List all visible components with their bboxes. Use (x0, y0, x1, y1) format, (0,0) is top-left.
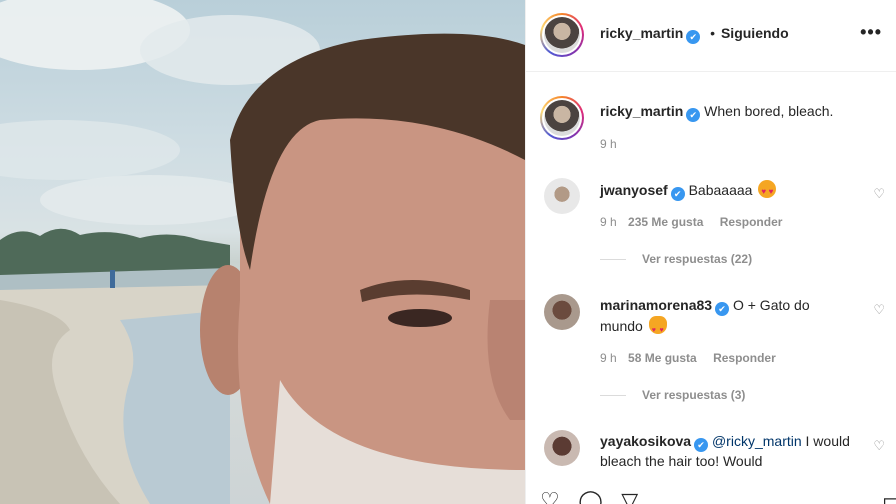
separator-dot: • (710, 25, 716, 41)
username-link[interactable]: marinamorena83 (600, 297, 712, 313)
share-icon[interactable]: ▽ (621, 490, 638, 504)
comment-text: marinamorena83 ✔ O + Gato do mundo (600, 296, 850, 340)
view-replies-label: Ver respuestas (3) (642, 388, 746, 402)
like-heart-icon[interactable]: ♡ (873, 186, 885, 202)
avatar[interactable] (544, 178, 580, 214)
avatar[interactable] (544, 430, 580, 466)
avatar[interactable] (544, 294, 580, 330)
timestamp[interactable]: 9 h (600, 137, 617, 151)
replies-divider (600, 259, 626, 261)
username-link[interactable]: yayakosikova (600, 433, 691, 449)
reply-button[interactable]: Responder (713, 351, 776, 365)
like-heart-icon[interactable]: ♡ (873, 438, 885, 454)
comment-body: Babaaaaa (688, 182, 753, 198)
view-replies-button[interactable]: Ver respuestas (22) (600, 252, 752, 266)
comment-meta: 9 h 235 Me gusta Responder (600, 215, 795, 229)
like-heart-icon[interactable]: ♡ (873, 302, 885, 318)
more-options-icon[interactable]: ••• (860, 22, 882, 43)
view-replies-label: Ver respuestas (22) (642, 252, 753, 266)
comment-time[interactable]: 9 h (600, 215, 617, 229)
replies-divider (600, 395, 626, 397)
comment-meta: 9 h 58 Me gusta Responder (600, 351, 789, 365)
view-replies-button[interactable]: Ver respuestas (3) (600, 388, 745, 402)
selfie-photo (0, 0, 525, 504)
likes-count[interactable]: 58 Me gusta (628, 351, 697, 365)
verified-icon: ✔ (686, 108, 701, 122)
post-header: ricky_martin ✔ • Siguiendo ••• (526, 0, 896, 72)
verified-icon: ✔ (715, 302, 730, 316)
action-bar: ♡ ◯ ▽ ▭ (540, 490, 896, 504)
header-user: ricky_martin ✔ • Siguiendo (600, 25, 789, 44)
following-button[interactable]: Siguiendo (721, 25, 789, 41)
save-icon[interactable]: ▭ (882, 490, 896, 504)
comment-text: jwanyosef ✔ Babaaaaa (600, 180, 850, 201)
username-link[interactable]: ricky_martin (600, 103, 683, 119)
avatar[interactable] (540, 13, 584, 57)
verified-icon: ✔ (670, 187, 685, 201)
post-photo[interactable] (0, 0, 525, 504)
likes-count[interactable]: 235 Me gusta (628, 215, 703, 229)
caption-text: When bored, bleach. (704, 103, 834, 119)
verified-icon: ✔ (694, 438, 709, 452)
comment-text: yayakosikova ✔ @ricky_martin I would blea… (600, 432, 850, 471)
verified-icon: ✔ (686, 30, 701, 44)
post-sidebar: ricky_martin ✔ • Siguiendo ••• ricky_mart… (525, 0, 896, 504)
heart-eyes-emoji-icon (758, 180, 777, 201)
username-link[interactable]: ricky_martin (600, 25, 683, 41)
mention-link[interactable]: @ricky_martin (712, 433, 802, 449)
username-link[interactable]: jwanyosef (600, 182, 668, 198)
comment-icon[interactable]: ◯ (578, 490, 603, 504)
heart-icon[interactable]: ♡ (540, 490, 560, 504)
comment-time[interactable]: 9 h (600, 351, 617, 365)
reply-button[interactable]: Responder (720, 215, 783, 229)
heart-eyes-cat-emoji-icon (648, 316, 667, 340)
avatar[interactable] (540, 96, 584, 140)
caption-line: ricky_martin ✔ When bored, bleach. (600, 103, 833, 122)
